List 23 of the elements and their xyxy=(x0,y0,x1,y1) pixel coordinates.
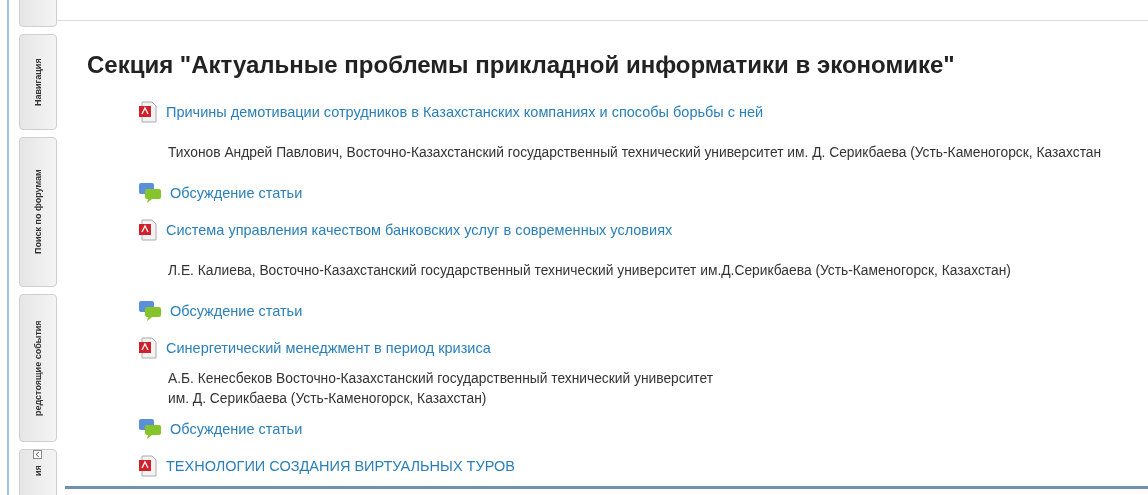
discussion-link[interactable]: Обсуждение статьи xyxy=(170,421,303,437)
authors-text: А.Б. Кенесбеков Восточно-Казахстанский государственный технический университет им. Д. Серикбаева (Усть-Каменогорск, Казахстан) xyxy=(168,370,714,408)
chat-bubbles-icon xyxy=(138,418,162,440)
sidebar-tab[interactable]: редстоящие события xyxy=(19,294,57,442)
pdf-file-icon xyxy=(138,337,158,359)
expand-icon[interactable] xyxy=(33,450,43,459)
section-title: Секция "Актуальные проблемы прикладной информатики в экономике" xyxy=(87,51,956,79)
pdf-file-icon xyxy=(138,101,158,123)
article-link[interactable]: Синергетический менеджмент в период кризиса xyxy=(166,340,491,356)
chat-bubbles-icon xyxy=(138,182,162,204)
chat-bubbles-icon xyxy=(138,300,162,322)
article-link[interactable]: Причины демотивации сотрудников в Казахстанских компаниях и способы борьбы с ней xyxy=(166,104,764,120)
pdf-file-icon xyxy=(138,219,158,241)
article-link[interactable]: ТЕХНОЛОГИИ СОЗДАНИЯ ВИРТУАЛЬНЫХ ТУРОВ xyxy=(166,458,515,474)
pdf-file-icon xyxy=(138,455,158,477)
authors-text: Л.Е. Калиева, Восточно-Казахстанский государственный технический университет им.Д.Серикбаева (Усть-Каменогорск, Казахстан) xyxy=(168,262,1011,280)
discussion-link[interactable]: Обсуждение статьи xyxy=(170,303,303,319)
sidebar-tab[interactable]: Навигация xyxy=(19,34,57,130)
authors-text: Тихонов Андрей Павлович, Восточно-Казахстанский государственный технический университет им. Д. Серикбаева (Усть-Каменогорск, Казахстан xyxy=(168,144,1102,162)
sidebar-tab[interactable]: ия xyxy=(19,449,57,495)
article-link[interactable]: Система управления качеством банковских услуг в современных условиях xyxy=(166,222,673,238)
discussion-link[interactable]: Обсуждение статьи xyxy=(170,185,303,201)
sidebar-tab[interactable]: Поиск по форумам xyxy=(19,137,57,287)
